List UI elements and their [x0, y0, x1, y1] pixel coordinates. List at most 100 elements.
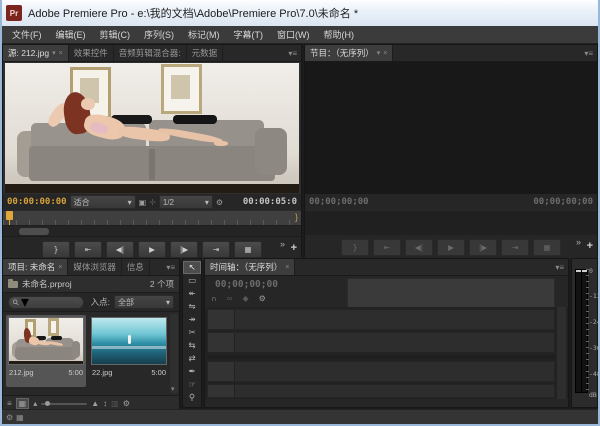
source-current-timecode[interactable]: 00:00:00:00: [7, 197, 67, 207]
chevron-down-icon[interactable]: ▾: [21, 292, 29, 312]
project-settings-wrench-icon[interactable]: ⚙: [123, 399, 130, 408]
ripple-edit-tool[interactable]: ↞: [183, 287, 201, 300]
clip-item-212[interactable]: 212.jpg 5:00: [6, 315, 86, 387]
settings-wrench-icon[interactable]: ⚙: [216, 198, 223, 207]
track-select-tool[interactable]: ▭: [183, 274, 201, 287]
snap-icon[interactable]: ∩: [211, 294, 217, 303]
razor-tool[interactable]: ✂: [183, 326, 201, 339]
scroll-down-icon[interactable]: ▾: [171, 385, 175, 393]
panel-menu-icon[interactable]: ▾≡: [551, 259, 568, 275]
tab-effect-controls[interactable]: 效果控件: [69, 45, 114, 61]
menu-file[interactable]: 文件(F): [6, 26, 48, 43]
title-bar[interactable]: Pr Adobe Premiere Pro - e:\我的文档\Adobe\Pr…: [0, 0, 600, 27]
search-input[interactable]: ⚲ ▾: [8, 296, 84, 309]
play-button[interactable]: ▶: [138, 241, 166, 258]
menu-sequence[interactable]: 序列(S): [138, 26, 180, 43]
panel-menu-icon[interactable]: ▾≡: [284, 45, 301, 61]
tab-timeline[interactable]: 时间轴：（无序列） ×: [205, 259, 295, 275]
tab-source[interactable]: 源: 212.jpg ▾ ×: [3, 45, 69, 61]
timeline-settings-wrench-icon[interactable]: ⚙: [259, 294, 266, 303]
linked-selection-icon[interactable]: ∞: [227, 294, 233, 303]
menu-title[interactable]: 字幕(T): [228, 26, 270, 43]
step-forward-button[interactable]: |▶: [170, 241, 198, 258]
add-button-icon[interactable]: +: [291, 242, 297, 254]
more-controls-icon[interactable]: »: [576, 237, 581, 247]
timeline-timecode[interactable]: 00;00;00;00: [215, 279, 278, 290]
lift-button[interactable]: ▦: [533, 239, 561, 256]
project-file-name[interactable]: 未命名.prproj: [22, 278, 72, 290]
close-icon[interactable]: ×: [58, 264, 62, 271]
workspace-icon[interactable]: ▦: [16, 413, 24, 422]
hand-tool[interactable]: ☞: [183, 378, 201, 391]
zoom-tool[interactable]: ⚲: [183, 391, 201, 404]
menu-clip[interactable]: 剪辑(C): [94, 26, 137, 43]
slip-tool[interactable]: ⇆: [183, 339, 201, 352]
goto-out-button[interactable]: ⇥: [202, 241, 230, 258]
panel-menu-icon[interactable]: ▾≡: [162, 259, 179, 275]
step-back-button[interactable]: ◀|: [405, 239, 433, 256]
tab-info[interactable]: 信息: [122, 259, 150, 275]
resolution-select[interactable]: 1/2 ▾: [159, 195, 213, 209]
slide-tool[interactable]: ⇄: [183, 352, 201, 365]
menu-edit[interactable]: 编辑(E): [50, 26, 92, 43]
menu-help[interactable]: 帮助(H): [318, 26, 361, 43]
video-track-2[interactable]: [207, 309, 555, 330]
goto-in-button[interactable]: ⇤: [373, 239, 401, 256]
mark-out-button[interactable]: }: [42, 241, 70, 258]
more-controls-icon[interactable]: »: [280, 239, 285, 249]
app-icon[interactable]: Pr: [6, 5, 22, 21]
out-point-marker[interactable]: }: [295, 211, 298, 224]
goto-in-button[interactable]: ⇤: [74, 241, 102, 258]
tab-audio-clip-mixer[interactable]: 音频剪辑混合器:: [114, 45, 187, 61]
icon-view-icon[interactable]: ▦: [16, 398, 30, 409]
track-divider[interactable]: [207, 355, 555, 359]
mark-out-button[interactable]: }: [341, 239, 369, 256]
export-frame-icon[interactable]: ▣: [139, 198, 147, 207]
menu-window[interactable]: 窗口(W): [271, 26, 316, 43]
thumbnail-size-slider[interactable]: [41, 403, 87, 405]
clip-thumbnail[interactable]: [8, 317, 84, 365]
selection-tool[interactable]: ↖: [183, 261, 201, 274]
clip-thumbnail[interactable]: [91, 317, 167, 365]
sort-icon[interactable]: ↕: [103, 399, 107, 408]
clip-item-22[interactable]: 22.jpg 5:00: [89, 315, 169, 387]
step-back-button[interactable]: ◀|: [106, 241, 134, 258]
in-point-filter-select[interactable]: 全部 ▾: [114, 295, 174, 309]
rolling-edit-tool[interactable]: ⇋: [183, 300, 201, 313]
gear-icon[interactable]: ⚙: [6, 413, 13, 422]
automate-to-sequence-icon[interactable]: ▥: [111, 399, 119, 408]
close-icon[interactable]: ×: [59, 50, 63, 57]
pen-tool[interactable]: ✒: [183, 365, 201, 378]
insert-button[interactable]: ▦: [234, 241, 262, 258]
source-scrollbar[interactable]: [3, 226, 301, 237]
timeline-ruler[interactable]: [347, 278, 555, 308]
list-view-icon[interactable]: ≡: [7, 399, 12, 408]
close-icon[interactable]: ×: [285, 264, 289, 271]
menu-marker[interactable]: 标记(M): [182, 26, 226, 43]
play-button[interactable]: ▶: [437, 239, 465, 256]
add-button-icon[interactable]: +: [587, 240, 593, 252]
chevron-down-icon[interactable]: ▾: [52, 49, 56, 57]
chevron-down-icon[interactable]: ▾: [377, 49, 381, 57]
fit-select[interactable]: 适合 ▾: [70, 195, 136, 209]
audio-track-1[interactable]: [207, 361, 555, 382]
panel-menu-icon[interactable]: ▾≡: [580, 45, 597, 61]
project-scrollbar[interactable]: ▾: [170, 314, 178, 393]
audio-track-2[interactable]: [207, 384, 555, 398]
timeline-scrollbar[interactable]: [557, 307, 566, 399]
project-tabbar: 项目: 未命名 × 媒体浏览器 信息 ▾≡: [3, 259, 179, 276]
add-marker-icon[interactable]: ✛: [149, 198, 156, 207]
goto-out-button[interactable]: ⇥: [501, 239, 529, 256]
close-icon[interactable]: ×: [383, 50, 387, 57]
tab-project[interactable]: 项目: 未命名 ×: [3, 259, 68, 275]
tab-media-browser[interactable]: 媒体浏览器: [68, 259, 122, 275]
tab-metadata[interactable]: 元数据: [187, 45, 224, 61]
video-track-1[interactable]: [207, 332, 555, 353]
tab-program[interactable]: 节目：（无序列） ▾ ×: [305, 45, 393, 61]
source-time-ruler[interactable]: }: [3, 210, 301, 226]
zoom-in-icon[interactable]: ▲: [91, 399, 99, 408]
zoom-out-icon[interactable]: ▴: [33, 399, 37, 408]
rate-stretch-tool[interactable]: ↠: [183, 313, 201, 326]
step-forward-button[interactable]: |▶: [469, 239, 497, 256]
marker-icon[interactable]: ◆: [242, 294, 248, 303]
